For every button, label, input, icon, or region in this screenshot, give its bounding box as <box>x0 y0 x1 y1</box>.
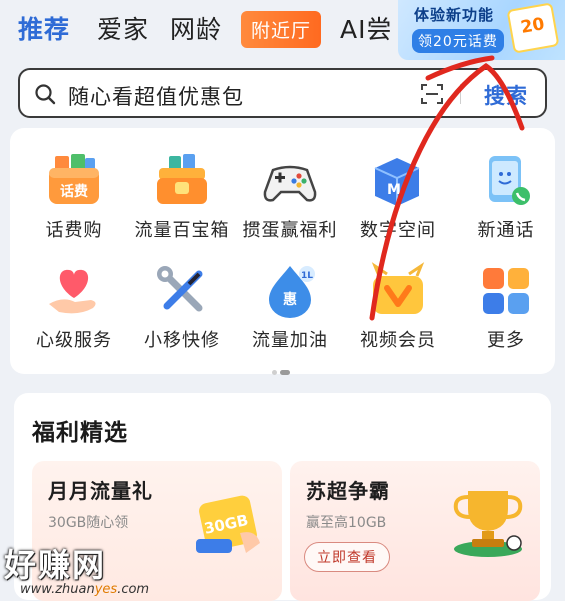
tab-nearby-hall[interactable]: 附近厅 <box>241 11 322 48</box>
service-label: 流量加油 <box>252 330 328 351</box>
treasure-box-icon <box>153 152 211 210</box>
service-label: 视频会员 <box>360 330 436 351</box>
service-video-vip[interactable]: 视频会员 <box>344 262 452 352</box>
page-dot <box>272 370 277 375</box>
data-gift-icon: 30GB <box>196 495 260 553</box>
top-tab-bar: 推荐 爱家 网龄 附近厅 AI尝 体验新功能 领20元话费 20 <box>0 0 565 60</box>
promo-subtitle: 领20元话费 <box>412 29 504 53</box>
service-label: 更多 <box>487 330 525 351</box>
digital-space-icon: M <box>369 152 427 210</box>
data-boost-icon-text: 惠 <box>283 291 297 308</box>
promo-coupon-icon: 20 <box>506 2 560 54</box>
tab-network-age[interactable]: 网龄 <box>170 10 222 46</box>
search-button[interactable]: 搜索 <box>484 80 528 110</box>
new-call-icon <box>477 152 535 210</box>
data-boost-icon: 惠 1L <box>261 262 319 320</box>
welfare-title: 福利精选 <box>32 420 128 446</box>
service-quick-repair[interactable]: 小移快修 <box>128 262 236 352</box>
trophy-icon <box>453 491 523 557</box>
welfare-card-subtitle: 赢至高10GB <box>306 515 387 531</box>
search-input[interactable]: 随心看超值优惠包 <box>68 81 244 111</box>
service-phone-bill[interactable]: 话费 话费购 <box>20 152 128 242</box>
service-label: 掼蛋赢福利 <box>242 220 338 241</box>
service-more[interactable]: 更多 <box>452 262 560 352</box>
welfare-card-title: 月月流量礼 <box>48 479 153 503</box>
service-heart-service[interactable]: 心级服务 <box>20 262 128 352</box>
tab-ai[interactable]: AI尝 <box>340 10 392 46</box>
service-treasure-box[interactable]: 流量百宝箱 <box>128 152 236 242</box>
page-dot-active <box>280 370 290 375</box>
phone-bill-icon-text: 话费 <box>60 183 88 200</box>
video-vip-icon <box>369 262 427 320</box>
welfare-card-su-league[interactable]: 苏超争霸 赢至高10GB 立即查看 <box>290 461 540 601</box>
search-divider <box>460 84 461 104</box>
search-icon <box>35 84 56 105</box>
watermark-logo-text: 好赚网 <box>4 546 107 584</box>
heart-hand-icon <box>45 262 103 320</box>
welfare-card-title: 苏超争霸 <box>306 479 390 503</box>
service-label: 新通话 <box>477 220 535 241</box>
service-label: 小移快修 <box>144 330 220 351</box>
tab-home[interactable]: 爱家 <box>97 10 149 46</box>
tab-recommend[interactable]: 推荐 <box>18 10 70 46</box>
services-card: 话费 话费购 流量百宝箱 掼蛋赢福利 M 数字空间 新通话 心级服务 小移快修 … <box>10 128 555 375</box>
search-bar[interactable]: 随心看超值优惠包 搜索 <box>18 68 547 118</box>
service-label: 流量百宝箱 <box>134 220 230 241</box>
welfare-card-subtitle: 30GB随心领 <box>48 515 129 531</box>
wrench-screwdriver-icon <box>153 262 211 320</box>
scan-icon[interactable] <box>420 82 444 106</box>
data-boost-badge: 1L <box>301 271 313 281</box>
svg-text:M: M <box>387 182 401 198</box>
service-label: 数字空间 <box>360 220 436 241</box>
service-data-boost[interactable]: 惠 1L 流量加油 <box>236 262 344 352</box>
service-label: 心级服务 <box>36 330 112 351</box>
watermark-url: www.zhuanyes.com <box>20 582 150 597</box>
promo-banner[interactable]: 体验新功能 领20元话费 20 <box>398 0 565 60</box>
site-watermark: 好赚网 www.zhuanyes.com <box>4 540 149 597</box>
more-grid-icon <box>477 262 535 320</box>
view-now-button[interactable]: 立即查看 <box>304 542 390 572</box>
gamepad-icon <box>261 152 319 210</box>
service-new-call[interactable]: 新通话 <box>452 152 560 242</box>
service-label: 话费购 <box>45 220 103 241</box>
phone-bill-icon: 话费 <box>45 152 103 210</box>
service-digital-space[interactable]: M 数字空间 <box>344 152 452 242</box>
service-guandan[interactable]: 掼蛋赢福利 <box>236 152 344 242</box>
promo-title: 体验新功能 <box>414 6 495 24</box>
page-indicator <box>272 360 293 379</box>
